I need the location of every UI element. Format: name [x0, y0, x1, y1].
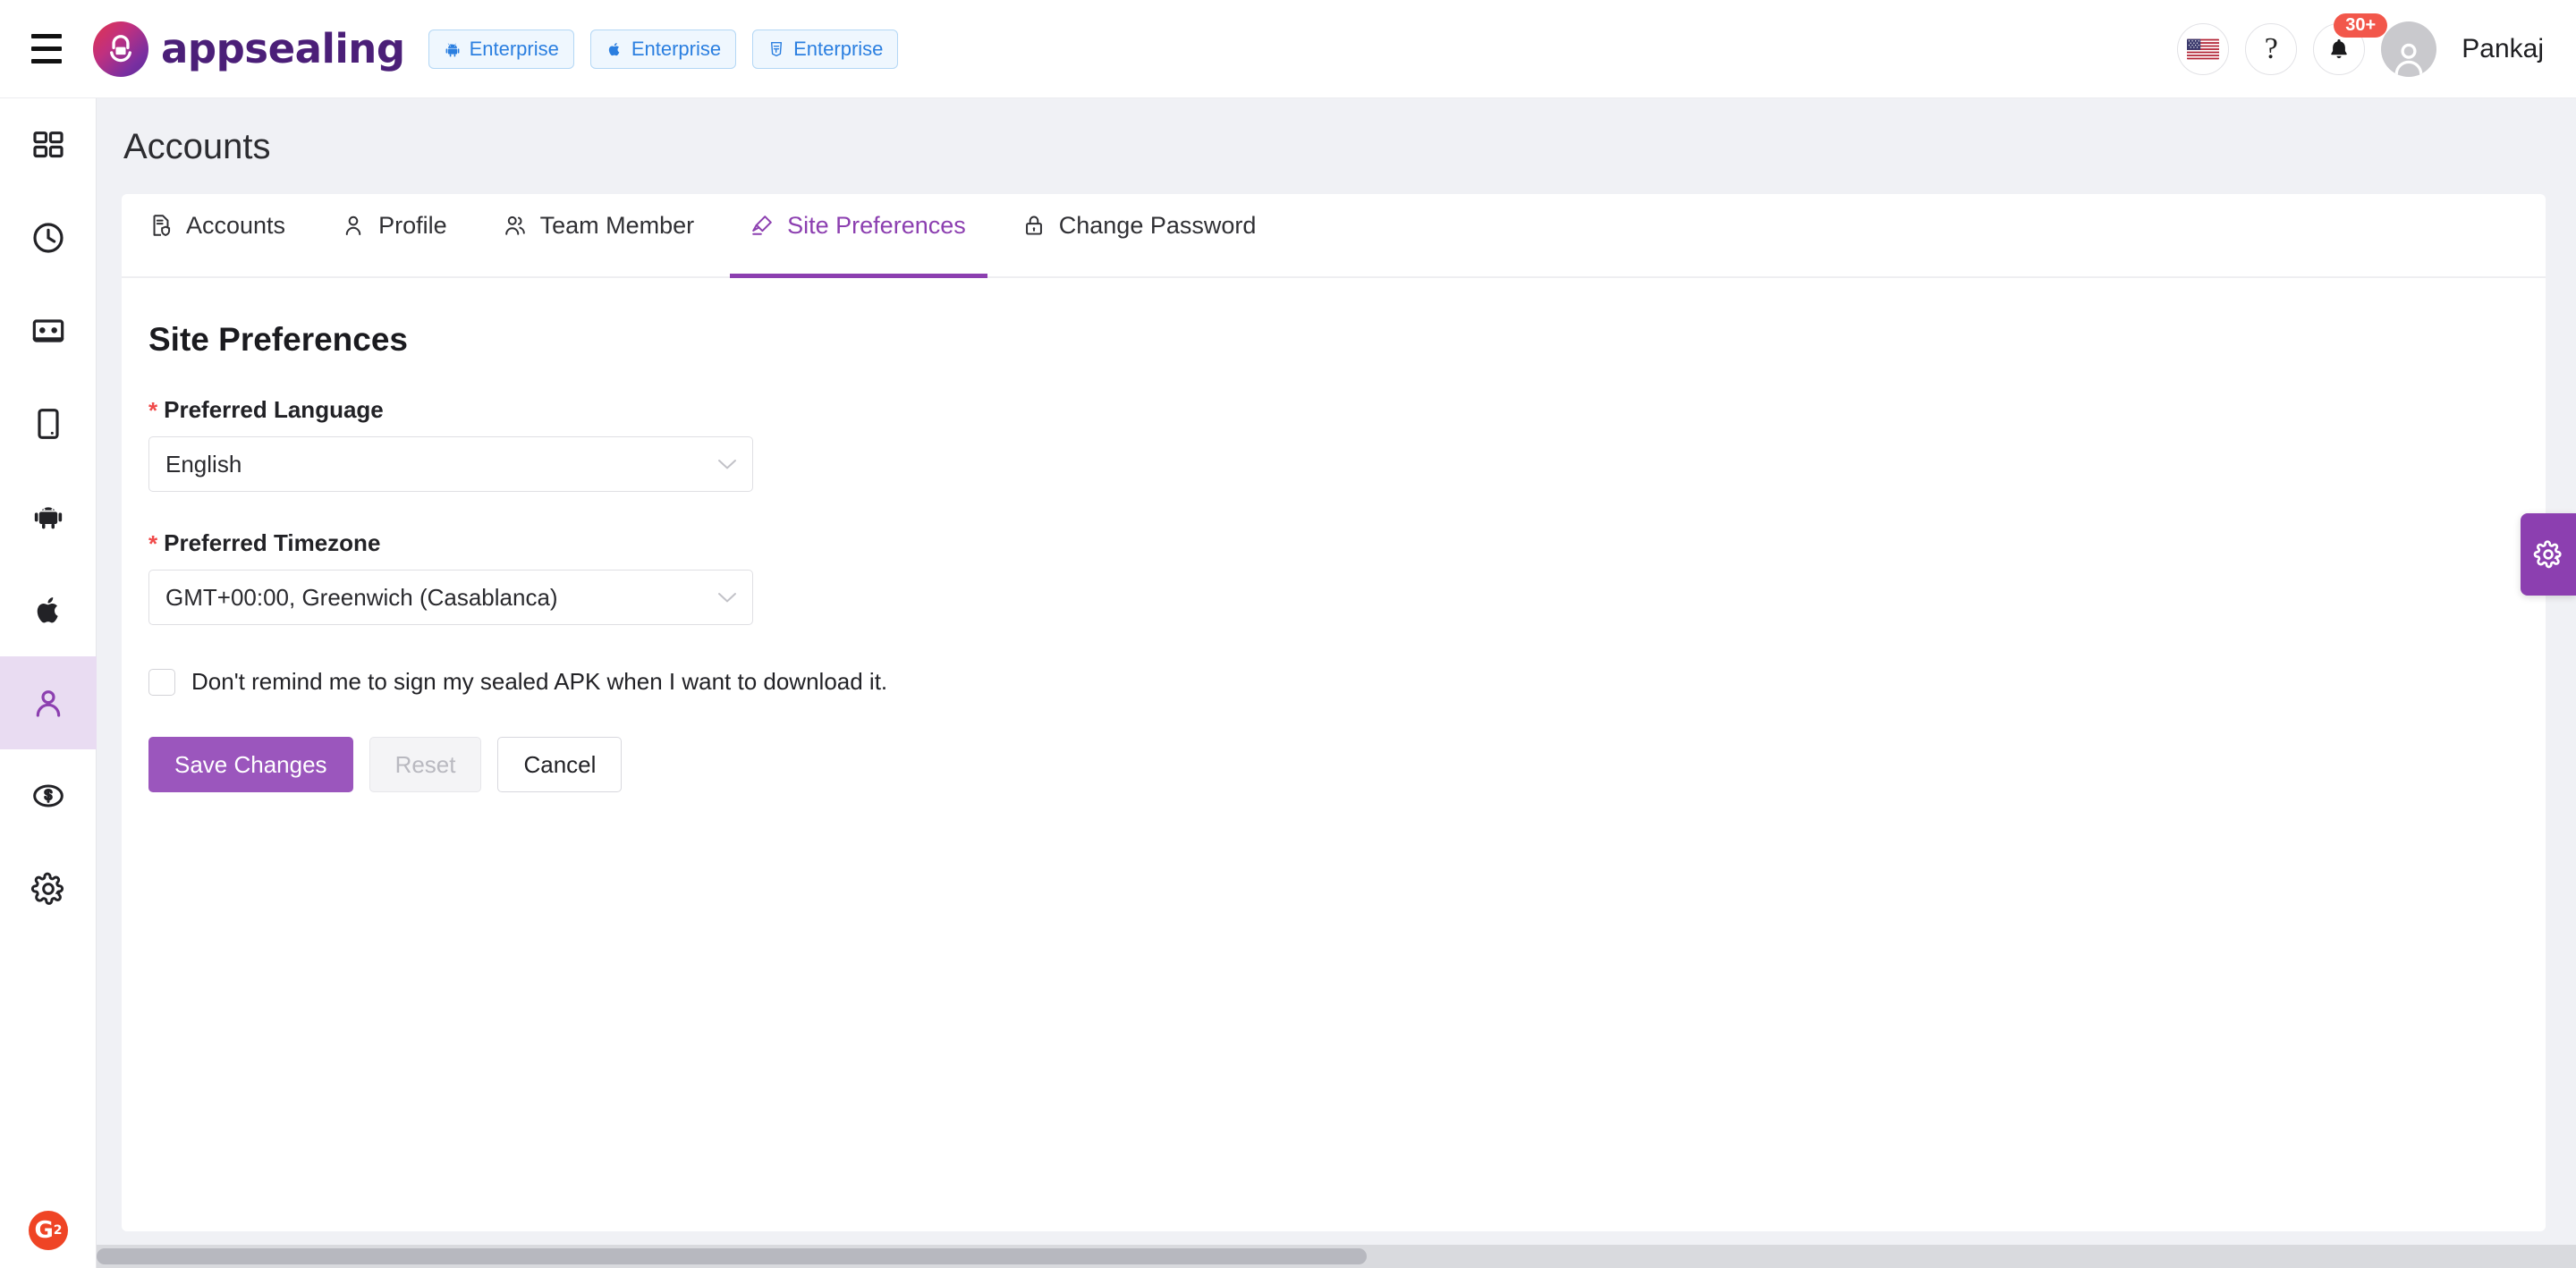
save-changes-button[interactable]: Save Changes	[148, 737, 353, 792]
header-right-actions: ? 30+ Pankaj	[2177, 13, 2544, 77]
label-text: Preferred Language	[164, 396, 384, 423]
preferred-language-label: * Preferred Language	[148, 396, 2546, 424]
people-icon	[504, 216, 525, 235]
main-content-area: Accounts Accounts Profile Team Member Si…	[97, 98, 2576, 1268]
question-mark-icon: ?	[2264, 31, 2278, 65]
bell-icon	[2331, 38, 2348, 58]
notifications-button[interactable]: 30+	[2313, 13, 2388, 75]
sidebar-item-mobile[interactable]	[0, 377, 97, 470]
hamburger-line	[31, 59, 62, 63]
g2-badge-icon[interactable]: G2	[29, 1211, 68, 1250]
sidebar-item-dashboard[interactable]	[0, 98, 97, 191]
tab-profile[interactable]: Profile	[341, 194, 447, 276]
tab-label: Change Password	[1058, 211, 1257, 239]
tab-label: Profile	[378, 211, 447, 239]
hamburger-line	[31, 34, 62, 38]
preferred-timezone-label: * Preferred Timezone	[148, 529, 2546, 557]
reset-button[interactable]: Reset	[369, 737, 482, 792]
apple-icon	[37, 597, 58, 623]
dollar-icon	[33, 784, 64, 807]
person-icon	[345, 216, 361, 236]
reminder-checkbox-label: Don't remind me to sign my sealed APK wh…	[191, 668, 888, 695]
label-text: Preferred Timezone	[164, 529, 381, 556]
badge-apple-enterprise[interactable]: Enterprise	[589, 29, 737, 69]
sidebar-item-android[interactable]	[0, 470, 97, 563]
required-marker: *	[148, 396, 158, 424]
highlighter-pen-icon	[752, 216, 772, 235]
tab-change-password[interactable]: Change Password	[1021, 194, 1257, 276]
android-icon	[445, 42, 459, 56]
dashboard-grid-icon	[33, 131, 64, 158]
lock-icon	[1025, 216, 1042, 235]
tab-label: Site Preferences	[787, 211, 966, 239]
sidebar-item-billing[interactable]	[0, 749, 97, 842]
username-label[interactable]: Pankaj	[2462, 34, 2544, 64]
platform-badges: Enterprise Enterprise Enterprise	[428, 29, 899, 69]
mobile-device-icon	[38, 409, 59, 439]
sidebar-item-id-card[interactable]	[0, 284, 97, 377]
tab-site-preferences[interactable]: Site Preferences	[730, 194, 987, 278]
user-icon	[36, 690, 61, 717]
html5-icon	[771, 41, 783, 56]
document-shield-icon	[153, 215, 171, 237]
android-icon	[34, 507, 63, 529]
user-avatar-icon	[2394, 43, 2423, 76]
chevron-down-icon	[718, 460, 736, 469]
settings-side-tab-button[interactable]	[2521, 513, 2576, 596]
badge-android-enterprise[interactable]: Enterprise	[428, 29, 574, 69]
hamburger-line	[31, 46, 62, 51]
section-heading: Site Preferences	[148, 321, 409, 358]
chevron-down-icon	[718, 593, 736, 603]
scrollbar-thumb[interactable]	[97, 1248, 1367, 1264]
brand-logo[interactable]: appsealing	[93, 21, 405, 77]
reminder-checkbox-row[interactable]: Don't remind me to sign my sealed APK wh…	[148, 668, 2546, 696]
badge-label: Enterprise	[793, 37, 884, 60]
hamburger-menu-icon[interactable]	[20, 22, 73, 76]
appsealing-logo-icon	[93, 21, 148, 77]
help-button[interactable]: ?	[2245, 22, 2298, 75]
sidebar-item-settings[interactable]	[0, 842, 97, 935]
cancel-button[interactable]: Cancel	[497, 737, 623, 792]
apple-icon	[608, 42, 620, 55]
sidebar-item-history[interactable]	[0, 191, 97, 284]
sidebar-item-accounts[interactable]	[0, 656, 97, 749]
badge-label: Enterprise	[631, 37, 722, 60]
tab-team-member[interactable]: Team Member	[503, 194, 695, 276]
notification-count-badge: 30+	[2334, 13, 2388, 38]
language-flag-button[interactable]	[2177, 22, 2230, 75]
id-card-icon	[32, 319, 64, 342]
tab-accounts[interactable]: Accounts	[148, 194, 285, 276]
tab-bar: Accounts Profile Team Member Site Prefer…	[122, 194, 2546, 278]
site-preferences-form: * Preferred Language English * Preferred…	[122, 396, 2546, 792]
page-title: Accounts	[123, 127, 271, 166]
sidebar-item-apple[interactable]	[0, 563, 97, 656]
g2-badge-sup: 2	[53, 1223, 63, 1238]
gear-icon	[2533, 540, 2562, 569]
required-marker: *	[148, 529, 158, 557]
preferred-language-select[interactable]: English	[148, 436, 753, 492]
badge-label: Enterprise	[469, 37, 559, 60]
form-actions: Save Changes Reset Cancel	[148, 737, 2546, 792]
preferred-timezone-select[interactable]: GMT+00:00, Greenwich (Casablanca)	[148, 570, 753, 625]
tab-label: Accounts	[186, 211, 286, 239]
horizontal-scrollbar[interactable]	[97, 1245, 2576, 1268]
gear-icon	[30, 872, 64, 905]
clock-history-icon	[33, 223, 64, 253]
badge-html5-enterprise[interactable]: Enterprise	[752, 29, 899, 69]
left-sidebar: G2	[0, 98, 97, 1268]
user-avatar[interactable]	[2381, 21, 2437, 77]
selected-value: GMT+00:00, Greenwich (Casablanca)	[165, 583, 558, 611]
us-flag-icon	[2187, 38, 2220, 59]
reminder-checkbox[interactable]	[148, 668, 175, 696]
top-header-bar: appsealing Enterprise Enterprise Enterpr…	[0, 0, 2576, 98]
selected-value: English	[165, 450, 242, 478]
brand-name-text: appsealing	[161, 25, 405, 72]
content-card: Accounts Profile Team Member Site Prefer…	[122, 194, 2546, 1231]
g2-badge-letter: G	[34, 1217, 54, 1244]
tab-label: Team Member	[539, 211, 695, 239]
